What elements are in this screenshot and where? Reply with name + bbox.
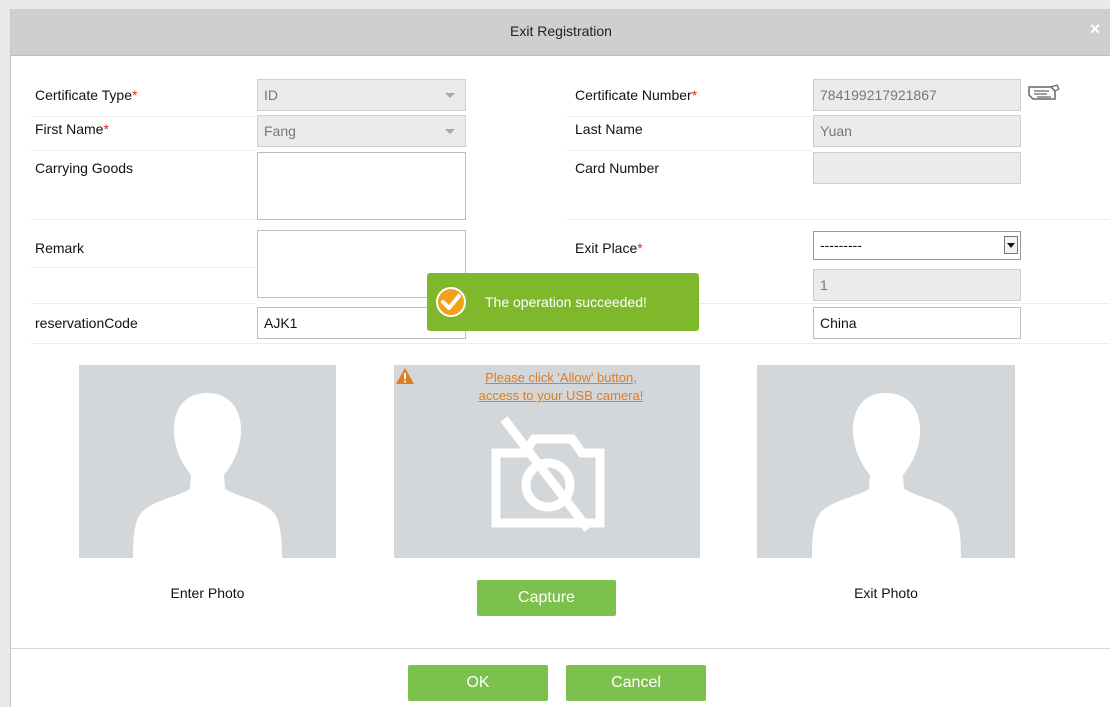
reservation-code-label: reservationCode — [35, 315, 138, 331]
chevron-down-icon — [445, 93, 455, 98]
id-card-reader-icon[interactable] — [1025, 83, 1061, 108]
dialog-title: Exit Registration — [510, 23, 612, 39]
exit-photo-caption: Exit Photo — [854, 585, 918, 601]
last-name-field[interactable]: Yuan — [813, 115, 1021, 147]
certificate-type-label: Certificate Type* — [35, 87, 138, 103]
certificate-number-field[interactable]: 784199217921867 — [813, 79, 1021, 111]
remark-label: Remark — [35, 240, 85, 256]
toast-message: The operation succeeded! — [485, 294, 647, 310]
check-circle-icon — [436, 287, 466, 317]
exit-registration-dialog: Exit Registration × Certificate Type* ID… — [10, 9, 1110, 707]
camera-off-icon — [491, 416, 605, 532]
chevron-down-icon — [445, 129, 455, 134]
success-toast: The operation succeeded! — [427, 273, 699, 331]
last-name-label: Last Name — [575, 121, 643, 137]
warning-icon — [395, 367, 415, 388]
person-silhouette-icon — [812, 393, 961, 558]
card-number-field[interactable] — [813, 152, 1021, 184]
country-field[interactable]: China — [813, 307, 1021, 339]
enter-photo — [79, 365, 336, 558]
exit-place-label: Exit Place* — [575, 240, 643, 256]
certificate-type-select[interactable]: ID — [257, 79, 466, 111]
card-number-label: Card Number — [575, 160, 660, 176]
carrying-goods-textarea[interactable] — [257, 152, 466, 220]
carrying-goods-label: Carrying Goods — [35, 160, 134, 176]
certificate-number-label: Certificate Number* — [575, 87, 698, 103]
first-name-label: First Name* — [35, 121, 109, 137]
ok-button[interactable]: OK — [408, 665, 548, 701]
person-silhouette-icon — [133, 393, 282, 558]
dropdown-arrow-icon[interactable] — [1004, 236, 1018, 254]
capture-button[interactable]: Capture — [477, 580, 616, 616]
title-bar[interactable]: Exit Registration × — [11, 9, 1110, 56]
cancel-button[interactable]: Cancel — [566, 665, 706, 701]
exit-place-select[interactable]: --------- — [813, 231, 1021, 260]
camera-permission-link[interactable]: Please click 'Allow' button, access to y… — [431, 369, 691, 405]
footer-divider — [11, 648, 1110, 649]
close-icon[interactable]: × — [1085, 19, 1105, 39]
enter-photo-caption: Enter Photo — [170, 585, 245, 601]
first-name-field[interactable]: Fang — [257, 115, 466, 147]
count-field[interactable]: 1 — [813, 269, 1021, 301]
exit-photo — [757, 365, 1015, 558]
